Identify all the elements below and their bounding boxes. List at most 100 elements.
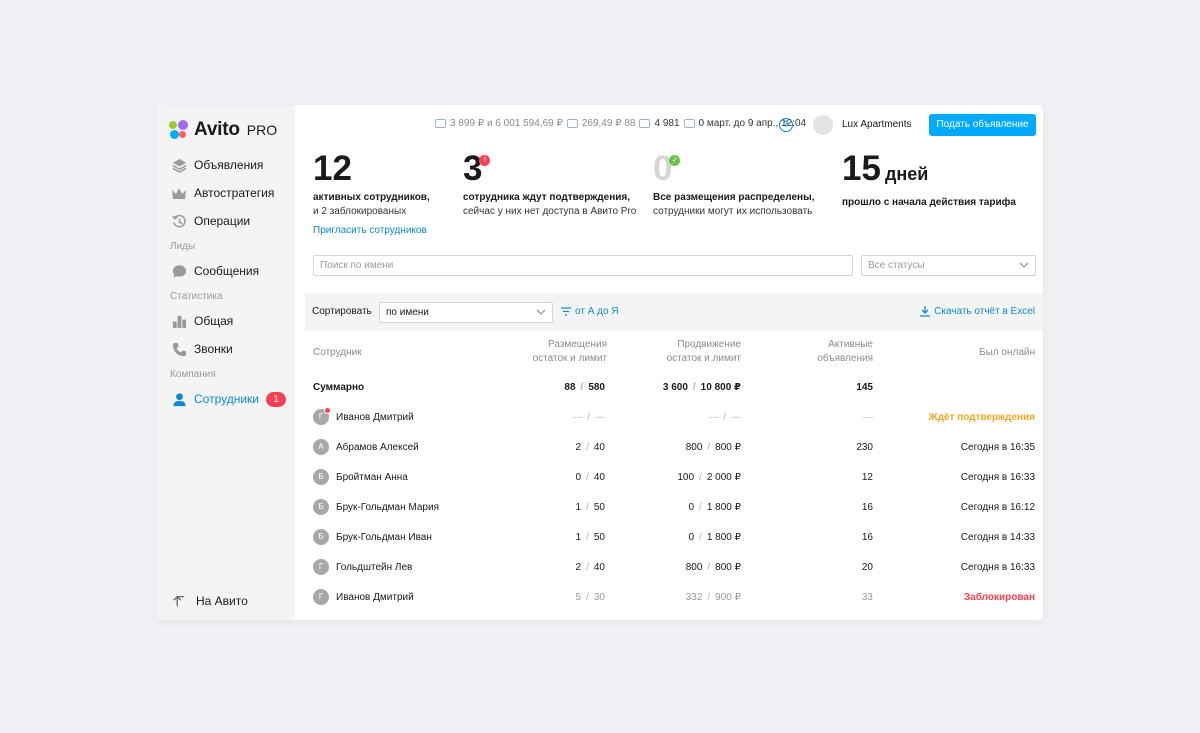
- employee-cell[interactable]: А Абрамов Алексей: [313, 432, 419, 462]
- col-placements[interactable]: Размещения остаток и лимит: [505, 338, 607, 366]
- avatar: Б: [313, 529, 329, 545]
- table-row[interactable]: Г Иванов Дмитрий 5/30 332/900 ₽ 33 Заблок…: [305, 582, 1043, 612]
- sort-select-value: по имени: [386, 307, 429, 318]
- sidebar-item-autostrategy[interactable]: Автостратегия: [157, 179, 295, 207]
- status-select[interactable]: Все статусы: [861, 255, 1036, 276]
- stat-line1: сотрудника ждут подтверждения,: [463, 192, 631, 203]
- stat-line2: сейчас у них нет доступа в Авито Pro: [463, 206, 637, 217]
- sidebar-item-label: Операции: [194, 214, 251, 228]
- alert-dot-icon: [324, 407, 331, 414]
- app-window: Avito PRO Объявления Автостратегия Опера…: [157, 105, 1043, 620]
- download-excel-link[interactable]: Скачать отчёт в Excel: [920, 306, 1035, 317]
- ads-cell: 16: [861, 531, 873, 543]
- col-active-ads[interactable]: Активные объявления: [785, 338, 873, 366]
- logo-pro: PRO: [246, 122, 278, 138]
- status-blocked: Заблокирован: [963, 591, 1035, 603]
- history-icon: [171, 213, 187, 229]
- employees-count-badge: 1: [266, 392, 286, 407]
- chat-icon: [171, 263, 187, 279]
- table-row[interactable]: А Абрамов Алексей 2/40 800/800 ₽ 230 Сего…: [305, 432, 1043, 462]
- sidebar-item-stats-calls[interactable]: Звонки: [157, 335, 295, 363]
- table-row[interactable]: Б Брук-Гольдман Мария 1/50 0/1 800 ₽ 16 С…: [305, 492, 1043, 522]
- table-row[interactable]: Г Иванов Дмитрий — / — — / — — Ждёт подтвержд…: [305, 402, 1043, 432]
- user-icon: [171, 391, 187, 407]
- sort-order-label: от А до Я: [575, 306, 619, 317]
- back-link-label: На Авито: [196, 594, 248, 608]
- avatar: Г: [313, 407, 331, 425]
- placements-cell: — / —: [572, 411, 605, 423]
- promotion-cell: — / —: [708, 411, 741, 423]
- placements-cell: 2/40: [575, 561, 605, 573]
- sidebar-item-operations[interactable]: Операции: [157, 207, 295, 235]
- post-ad-button[interactable]: Подать объявление: [929, 114, 1036, 136]
- check-badge-icon: ✓: [669, 155, 681, 166]
- col-employee[interactable]: Сотрудник: [313, 346, 362, 360]
- sort-select[interactable]: по имени: [379, 302, 553, 323]
- placements-cell: 0/40: [575, 471, 605, 483]
- company-name[interactable]: Lux Apartments: [842, 119, 911, 130]
- ads-cell: 230: [856, 441, 873, 453]
- balance-info[interactable]: 3 899 ₽ и 6 001 594,69 ₽ 269,49 ₽ 88 4 9…: [435, 118, 806, 129]
- back-to-avito-link[interactable]: На Авито: [171, 593, 248, 609]
- employee-cell[interactable]: Г Гольдштейн Лев: [313, 552, 412, 582]
- bar-chart-icon: [171, 313, 187, 329]
- employee-cell[interactable]: Б Брук-Гольдман Иван: [313, 522, 432, 552]
- section-leads: Лиды: [170, 240, 196, 252]
- avatar: Б: [313, 499, 329, 515]
- promotion-cell: 332/900 ₽: [685, 591, 741, 603]
- balance-extra: 269,49 ₽ 88: [581, 118, 636, 129]
- sidebar-item-employees[interactable]: Сотрудники 1: [157, 385, 295, 413]
- summary-promotion: 3 600/10 800 ₽: [662, 381, 741, 393]
- sidebar-item-label: Автостратегия: [194, 186, 275, 200]
- stat-value-wrap: 3 !: [463, 149, 491, 189]
- sidebar-item-stats-general[interactable]: Общая: [157, 307, 295, 335]
- table-row[interactable]: Б Бройтман Анна 0/40 100/2 000 ₽ 12 Сегод…: [305, 462, 1043, 492]
- col-last-online[interactable]: Был онлайн: [979, 346, 1035, 360]
- table-row[interactable]: Г Гольдштейн Лев 2/40 800/800 ₽ 20 Сегодн…: [305, 552, 1043, 582]
- layers-icon: [171, 157, 187, 173]
- placements-cell: 2/40: [575, 441, 605, 453]
- avito-pro-logo[interactable]: Avito PRO: [169, 119, 277, 141]
- stat-line2: и 2 заблокированых: [313, 206, 407, 217]
- col-placements-line1: Размещения: [547, 339, 607, 350]
- col-promotion[interactable]: Продвижение остаток и лимит: [645, 338, 741, 366]
- promotion-cell: 100/2 000 ₽: [677, 471, 741, 483]
- invite-employees-link[interactable]: Пригласить сотрудников: [313, 225, 430, 236]
- avatar: Б: [313, 469, 329, 485]
- help-icon[interactable]: ?: [779, 118, 793, 132]
- last-online-cell: Сегодня в 16:33: [960, 471, 1035, 483]
- placements-cell: 1/50: [575, 531, 605, 543]
- promo-icon: [639, 119, 651, 128]
- last-online-cell: Сегодня в 14:33: [960, 531, 1035, 543]
- balance-count: 4 981: [654, 118, 680, 129]
- status-pending: Ждёт подтверждения: [928, 411, 1035, 423]
- section-company: Компания: [170, 368, 216, 380]
- sidebar-item-label: Общая: [194, 314, 234, 328]
- employee-cell[interactable]: Г Иванов Дмитрий: [313, 582, 414, 612]
- arrow-back-icon: [171, 593, 187, 609]
- stat-active-employees: 12 активных сотрудников, и 2 заблокирова…: [313, 149, 430, 236]
- employee-cell[interactable]: Б Брук-Гольдман Мария: [313, 492, 439, 522]
- sort-order-toggle[interactable]: от А до Я: [561, 306, 619, 317]
- employee-cell[interactable]: Г Иванов Дмитрий: [313, 402, 414, 432]
- avatar: А: [313, 439, 329, 455]
- search-input[interactable]: [313, 255, 853, 276]
- stat-unit: дней: [884, 164, 929, 184]
- promotion-cell: 800/800 ₽: [685, 441, 741, 453]
- stat-line2: сотрудники могут их использовать: [653, 206, 813, 217]
- employee-cell[interactable]: Б Бройтман Анна: [313, 462, 408, 492]
- table-row[interactable]: Б Брук-Гольдман Иван 1/50 0/1 800 ₽ 16 Се…: [305, 522, 1043, 552]
- sidebar-item-ads[interactable]: Объявления: [157, 151, 295, 179]
- company-avatar[interactable]: [813, 115, 833, 135]
- download-excel-label: Скачать отчёт в Excel: [934, 306, 1035, 317]
- ads-cell: 20: [861, 561, 873, 573]
- sidebar-item-label: Сотрудники: [194, 392, 259, 406]
- last-online-cell: Сегодня в 16:33: [960, 561, 1035, 573]
- sort-label: Сортировать: [312, 306, 372, 317]
- stat-tariff-days: 15 дней прошло с начала действия тарифа: [842, 149, 1016, 210]
- summary-row: Суммарно 88/580 3 600/10 800 ₽ 145: [305, 372, 1043, 402]
- table-header: Сотрудник Размещения остаток и лимит Про…: [305, 335, 1043, 369]
- sidebar-item-messages[interactable]: Сообщения: [157, 257, 295, 285]
- section-stats: Статистика: [170, 290, 223, 302]
- stat-pending-employees: 3 ! сотрудника ждут подтверждения, сейча…: [463, 149, 636, 219]
